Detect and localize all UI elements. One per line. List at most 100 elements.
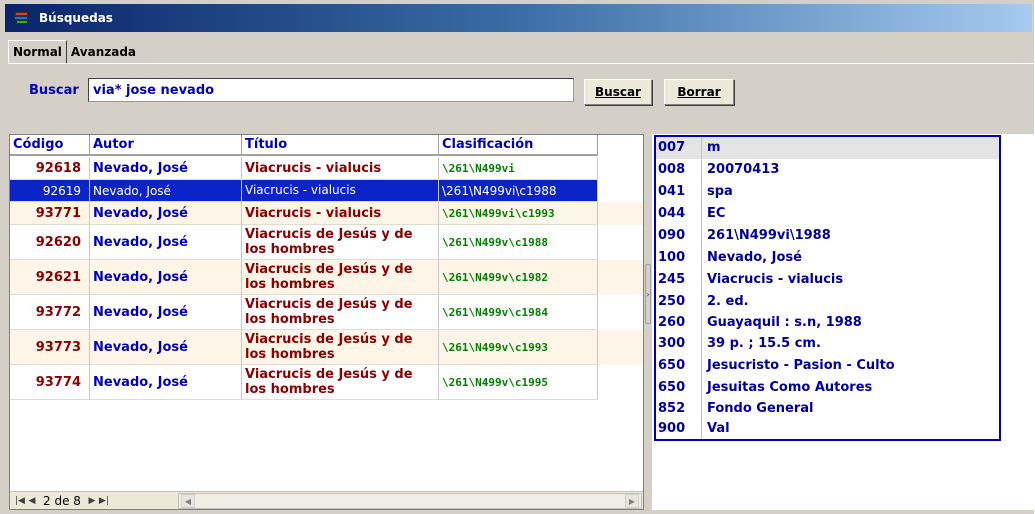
header-autor[interactable]: Autor xyxy=(90,135,242,156)
marc-value: Jesuitas Como Autores xyxy=(707,380,873,395)
marc-field[interactable]: 041 spa xyxy=(656,181,999,203)
marc-tag: 008 xyxy=(656,159,702,181)
table-row[interactable]: 93773 Nevado, José Viacrucis de Jesús y … xyxy=(10,330,643,365)
marc-tag: 650 xyxy=(656,355,702,377)
cell-autor: Nevado, José xyxy=(90,295,242,330)
tab-bar: Normal Avanzada xyxy=(8,40,140,64)
marc-value: 261\N499vi\1988 xyxy=(707,228,831,243)
record-position: 2 de 8 xyxy=(43,493,81,508)
marc-tag: 245 xyxy=(656,269,702,291)
marc-value: m xyxy=(707,140,721,155)
prev-record-icon[interactable]: ◀ xyxy=(26,496,38,506)
marc-value: Jesucristo - Pasion - Culto xyxy=(707,358,895,373)
marc-field[interactable]: 300 39 p. ; 15.5 cm. xyxy=(656,333,999,355)
cell-autor: Nevado, José xyxy=(90,330,242,365)
horizontal-scrollbar[interactable]: ◀ ▶ xyxy=(178,493,642,509)
marc-tag: 250 xyxy=(656,291,702,313)
cell-clasificacion: \261\N499v\c1984 xyxy=(439,295,598,330)
marc-field[interactable]: 008 20070413 xyxy=(656,159,999,181)
cell-titulo: Viacrucis de Jesús y de los hombres xyxy=(242,365,439,400)
search-button[interactable]: Buscar xyxy=(584,79,652,105)
marc-field[interactable]: 100 Nevado, José xyxy=(656,247,999,269)
cell-clasificacion: \261\N499vi xyxy=(439,157,598,180)
cell-titulo: Viacrucis de Jesús y de los hombres xyxy=(242,330,439,365)
cell-autor: Nevado, José xyxy=(90,365,242,400)
marc-tag: 100 xyxy=(656,247,702,269)
collapse-chevron-icon[interactable]: › xyxy=(645,264,651,324)
marc-field[interactable]: 260 Guayaquil : s.n, 1988 xyxy=(656,313,999,333)
cell-codigo: 93773 xyxy=(10,330,90,365)
table-row[interactable]: 93771 Nevado, José Viacrucis - vialucis … xyxy=(10,202,643,225)
cell-clasificacion: \261\N499v\c1993 xyxy=(439,330,598,365)
scroll-right-icon[interactable]: ▶ xyxy=(625,494,639,508)
marc-field[interactable]: 090 261\N499vi\1988 xyxy=(656,225,999,247)
record-navigator: |◀ ◀ 2 de 8 ▶ ▶| ◀ ▶ xyxy=(10,491,643,509)
cell-autor: Nevado, José xyxy=(90,180,242,202)
marc-value: Guayaquil : s.n, 1988 xyxy=(707,315,862,330)
header-clasificacion[interactable]: Clasificación xyxy=(439,135,598,156)
table-row-selected[interactable]: 92619 Nevado, José Viacrucis - vialucis … xyxy=(10,180,643,202)
search-window: Búsquedas Normal Avanzada Buscar Buscar … xyxy=(0,0,1035,514)
marc-value: 20070413 xyxy=(707,162,780,177)
clear-button[interactable]: Borrar xyxy=(664,79,734,105)
tab-avanzada[interactable]: Avanzada xyxy=(67,42,140,64)
marc-field[interactable]: 007 m xyxy=(656,137,999,159)
search-input[interactable] xyxy=(88,78,574,102)
marc-value: spa xyxy=(707,184,733,199)
marc-value: Fondo General xyxy=(707,401,814,416)
cell-clasificacion: \261\N499vi\c1993 xyxy=(439,202,598,225)
cell-titulo: Viacrucis de Jesús y de los hombres xyxy=(242,260,439,295)
search-label: Buscar xyxy=(29,83,79,98)
cell-clasificacion: \261\N499vi\c1988 xyxy=(439,180,598,202)
marc-field[interactable]: 900 Val xyxy=(656,419,999,439)
window-title: Búsquedas xyxy=(39,11,113,25)
marc-field[interactable]: 250 2. ed. xyxy=(656,291,999,313)
tab-normal[interactable]: Normal xyxy=(8,40,67,64)
marc-value: EC xyxy=(707,206,726,221)
marc-tag: 852 xyxy=(656,399,702,419)
marc-value: 2. ed. xyxy=(707,294,749,309)
cell-codigo: 93774 xyxy=(10,365,90,400)
table-row[interactable]: 92620 Nevado, José Viacrucis de Jesús y … xyxy=(10,225,643,260)
first-record-icon[interactable]: |◀ xyxy=(14,496,26,506)
marc-tag: 300 xyxy=(656,333,702,355)
last-record-icon[interactable]: ▶| xyxy=(98,496,110,506)
header-titulo[interactable]: Título xyxy=(242,135,439,156)
marc-field[interactable]: 852 Fondo General xyxy=(656,399,999,419)
pane-splitter[interactable]: › xyxy=(644,134,652,510)
marc-value: Nevado, José xyxy=(707,250,802,265)
marc-record: 007 m 008 20070413 041 spa 044 EC 090 261\N49… xyxy=(654,135,1001,441)
cell-codigo: 92619 xyxy=(10,180,90,202)
table-row[interactable]: 93772 Nevado, José Viacrucis de Jesús y … xyxy=(10,295,643,330)
table-row[interactable]: 92621 Nevado, José Viacrucis de Jesús y … xyxy=(10,260,643,295)
cell-titulo: Viacrucis - vialucis xyxy=(242,202,439,225)
books-icon xyxy=(14,10,30,26)
cell-titulo: Viacrucis de Jesús y de los hombres xyxy=(242,225,439,260)
marc-field[interactable]: 650 Jesuitas Como Autores xyxy=(656,377,999,399)
search-panel: Buscar Buscar Borrar xyxy=(8,63,1035,129)
marc-tag: 090 xyxy=(656,225,702,247)
cell-titulo: Viacrucis - vialucis xyxy=(242,157,439,180)
cell-autor: Nevado, José xyxy=(90,157,242,180)
marc-value: Val xyxy=(707,421,730,436)
marc-field[interactable]: 044 EC xyxy=(656,203,999,225)
cell-titulo: Viacrucis - vialucis xyxy=(242,180,439,202)
title-bar[interactable]: Búsquedas xyxy=(5,4,1032,32)
next-record-icon[interactable]: ▶ xyxy=(86,496,98,506)
marc-value: 39 p. ; 15.5 cm. xyxy=(707,336,821,351)
scroll-left-icon[interactable]: ◀ xyxy=(181,494,195,508)
table-row[interactable]: 92618 Nevado, José Viacrucis - vialucis … xyxy=(10,157,643,180)
marc-field[interactable]: 650 Jesucristo - Pasion - Culto xyxy=(656,355,999,377)
marc-field[interactable]: 245 Viacrucis - vialucis xyxy=(656,269,999,291)
header-codigo[interactable]: Código xyxy=(10,135,90,156)
cell-autor: Nevado, José xyxy=(90,260,242,295)
cell-codigo: 93771 xyxy=(10,202,90,225)
marc-value: Viacrucis - vialucis xyxy=(707,272,844,287)
marc-tag: 044 xyxy=(656,203,702,225)
marc-tag: 900 xyxy=(656,419,702,439)
table-row[interactable]: 93774 Nevado, José Viacrucis de Jesús y … xyxy=(10,365,643,400)
cell-clasificacion: \261\N499v\c1995 xyxy=(439,365,598,400)
cell-titulo: Viacrucis de Jesús y de los hombres xyxy=(242,295,439,330)
cell-codigo: 93772 xyxy=(10,295,90,330)
grid-header: Código Autor Título Clasificación xyxy=(10,135,643,156)
